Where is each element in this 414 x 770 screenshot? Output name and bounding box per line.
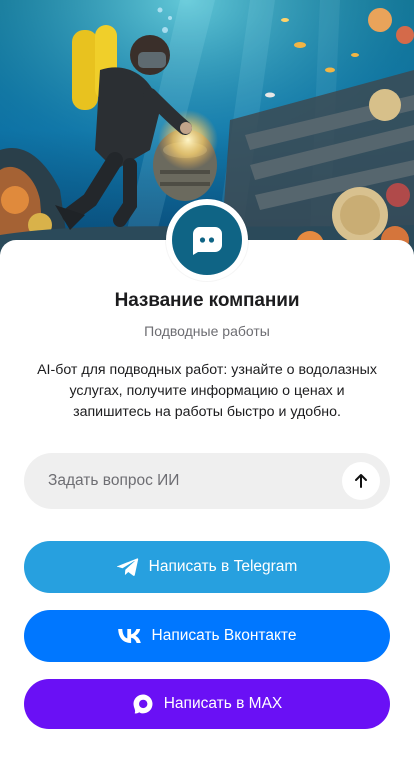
avatar-circle (172, 205, 242, 275)
avatar (166, 199, 248, 281)
send-button[interactable] (342, 462, 380, 500)
arrow-up-icon (355, 474, 367, 488)
telegram-button-label: Написать в Telegram (148, 558, 298, 575)
vk-button-label: Написать Вконтакте (151, 627, 297, 644)
max-icon (132, 693, 154, 715)
company-subtitle: Подводные работы (144, 323, 270, 339)
ask-ai-input[interactable] (48, 453, 348, 509)
vk-button[interactable]: Написать Вконтакте (24, 610, 390, 662)
company-description: AI-бот для подводных работ: узнайте о во… (37, 362, 377, 420)
chat-bot-icon (192, 227, 222, 255)
ask-ai-box (24, 453, 390, 509)
telegram-icon (116, 557, 139, 577)
max-button-label: Написать в MAX (163, 695, 283, 712)
max-button[interactable]: Написать в MAX (24, 679, 390, 729)
vk-icon (117, 629, 142, 643)
company-name: Название компании (114, 290, 300, 311)
telegram-button[interactable]: Написать в Telegram (24, 541, 390, 593)
